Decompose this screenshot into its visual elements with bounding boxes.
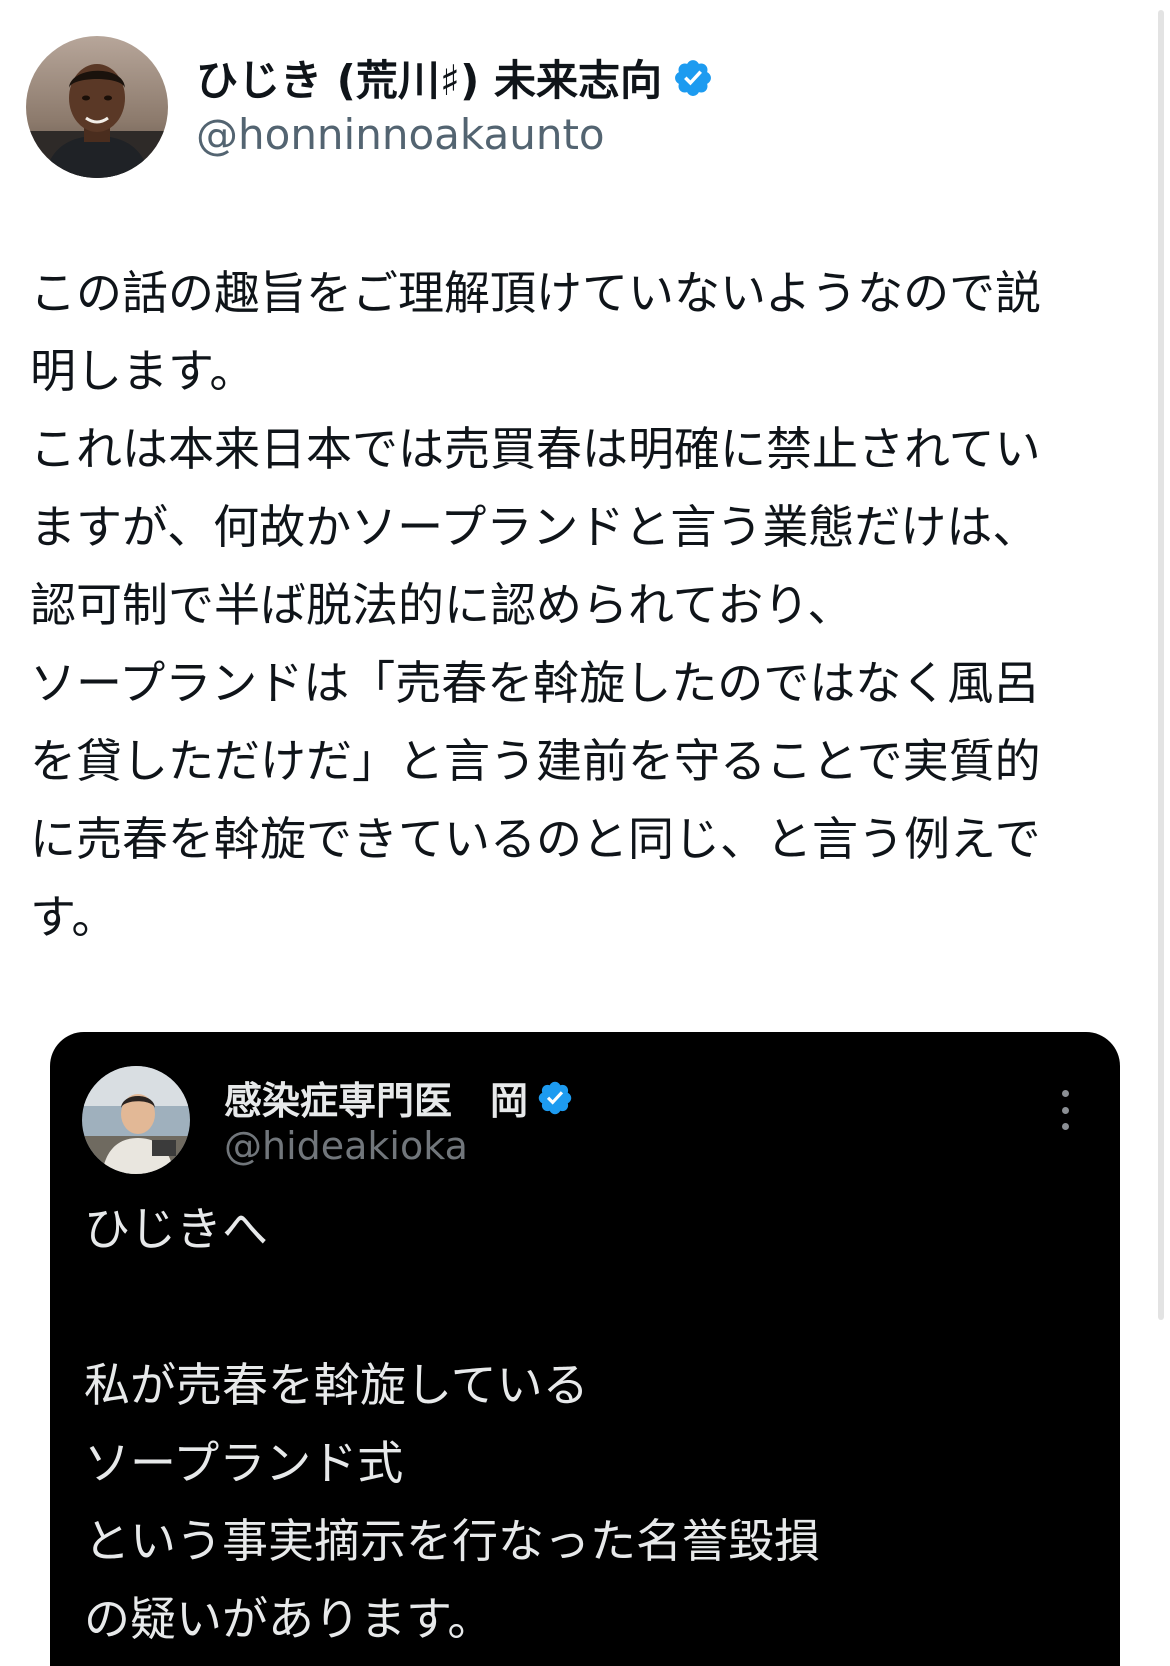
verified-badge-icon	[538, 1081, 572, 1114]
tweet-text-line: す。	[30, 890, 118, 944]
display-name-row: ひじき (荒川♯) 未来志向	[196, 48, 714, 108]
more-options-icon	[1058, 1090, 1072, 1130]
quoted-text-line: の疑いがあります。	[84, 1592, 494, 1646]
tweet-text-line: この話の趣旨をご理解頂けていないようなので説	[30, 266, 1042, 320]
quoted-name-row: 感染症専門医 岡	[224, 1070, 574, 1125]
verified-badge-icon	[675, 59, 711, 96]
tweet-body: この話の趣旨をご理解頂けていないようなので説 明します。 これは本来日本では売買…	[30, 254, 1150, 956]
tweet-text-line: ソープランドは「売春を斡旋したのではなく風呂	[30, 656, 1040, 710]
author-names: ひじき (荒川♯) 未来志向 @honninnoakaunto	[196, 48, 714, 159]
quoted-tweet-body: ひじきへ 私が売春を斡旋している ソープランド式 という事実摘示を行なった名誉毀…	[84, 1190, 820, 1658]
quoted-author-avatar	[82, 1066, 190, 1174]
quoted-author-display-name: 感染症専門医 岡	[224, 1079, 529, 1123]
tweet-text-line: ますが、何故かソープランドと言う業態だけは、	[30, 500, 1039, 554]
author-display-name[interactable]: ひじき (荒川♯) 未来志向	[196, 47, 662, 108]
quoted-author-handle: @hideakioka	[224, 1124, 468, 1168]
tweet-text-line: を貸しただけだ」と言う建前を守ることで実質的	[30, 734, 1041, 788]
scrollbar[interactable]	[1158, 10, 1164, 1320]
tweet-author-header: ひじき (荒川♯) 未来志向 @honninnoakaunto	[26, 36, 714, 178]
tweet-detail-page: ひじき (荒川♯) 未来志向 @honninnoakaunto この話の趣旨をご…	[0, 0, 1170, 1666]
quoted-tweet-screenshot[interactable]: 感染症専門医 岡 @hideakioka ひじきへ 私が売春を斡旋している ソー…	[50, 1032, 1120, 1666]
quoted-text-line: 私が売春を斡旋している	[84, 1358, 589, 1412]
quoted-text-line: ひじきへ	[84, 1202, 268, 1256]
tweet-text-line: これは本来日本では売買春は明確に禁止されてい	[30, 422, 1041, 476]
quoted-text-line: ソープランド式	[84, 1436, 404, 1490]
quoted-text-line	[84, 1268, 820, 1346]
author-handle[interactable]: @honninnoakaunto	[196, 110, 714, 159]
quoted-text-line: という事実摘示を行なった名誉毀損	[84, 1514, 820, 1568]
author-avatar[interactable]	[26, 36, 168, 178]
tweet-text-line: 明します。	[30, 344, 256, 398]
tweet-text-line: 認可制で半ば脱法的に認められており、	[30, 578, 854, 632]
tweet-text-line: に売春を斡旋できているのと同じ、と言う例えで	[30, 812, 1041, 866]
